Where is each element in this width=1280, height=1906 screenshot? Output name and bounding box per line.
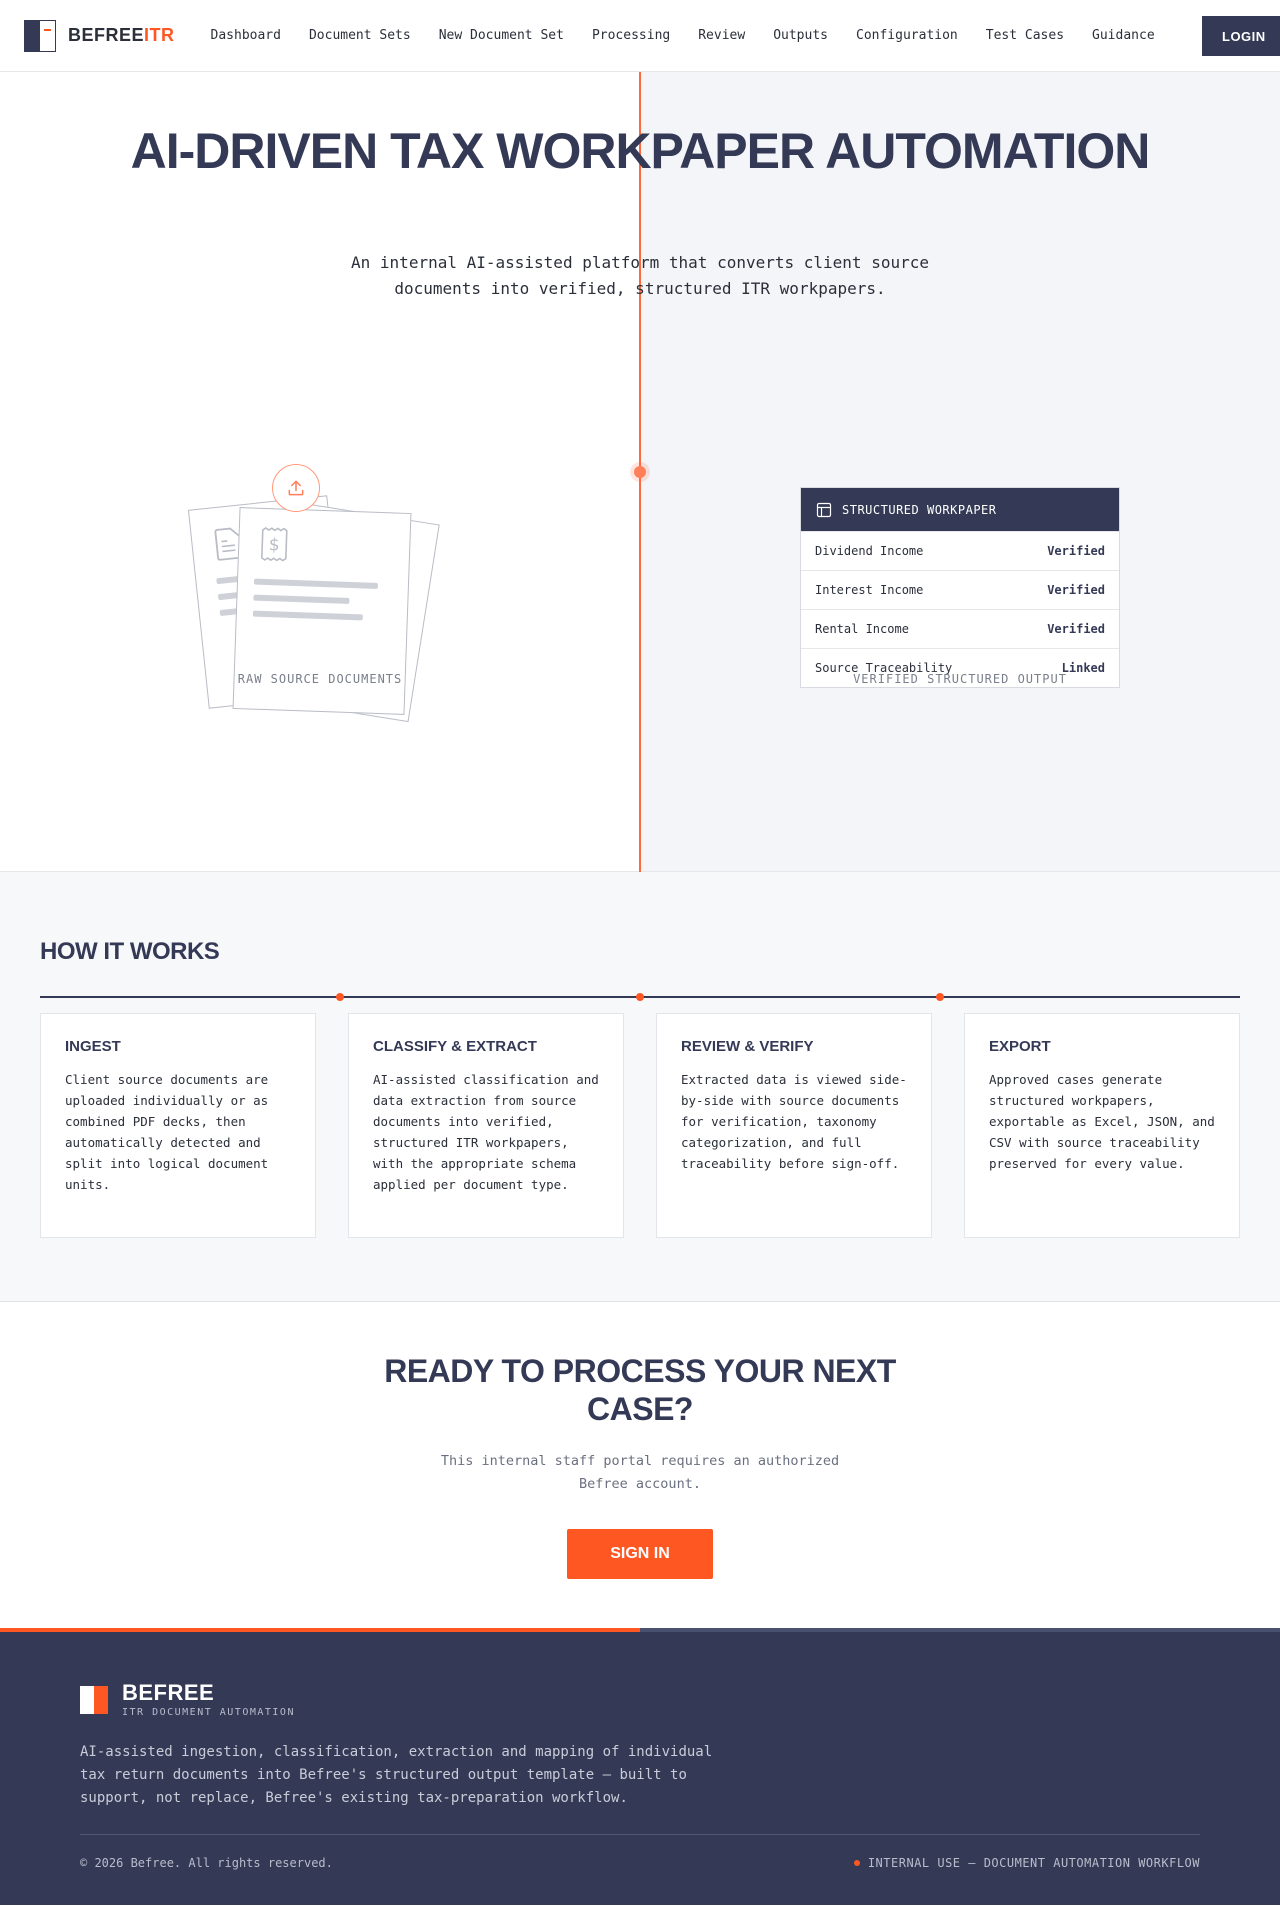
section-title: HOW IT WORKS [40, 938, 220, 965]
nav-link-test-cases[interactable]: Test Cases [986, 28, 1064, 43]
row-label: Dividend Income [815, 544, 924, 558]
nav-links: Dashboard Document Sets New Document Set… [211, 28, 1155, 43]
step-card-export: EXPORT Approved cases generate structure… [964, 1013, 1240, 1238]
nav-link-review[interactable]: Review [698, 28, 745, 43]
nav-link-dashboard[interactable]: Dashboard [211, 28, 281, 43]
top-nav: BEFREEITR Dashboard Document Sets New Do… [0, 0, 1280, 72]
workpaper-row: Interest Income Verified [801, 570, 1119, 609]
table-icon [816, 502, 832, 517]
row-status: Verified [1047, 544, 1105, 558]
row-label: Rental Income [815, 622, 909, 636]
nav-link-processing[interactable]: Processing [592, 28, 670, 43]
nav-link-new-document-set[interactable]: New Document Set [439, 28, 564, 43]
footer-top-bar [0, 1628, 1280, 1632]
status-dot-icon [853, 1860, 860, 1866]
hero-subtitle: An internal AI-assisted platform that co… [351, 253, 929, 298]
timeline-dot [336, 993, 344, 1001]
footer-divider [80, 1834, 1200, 1835]
cta-section: READY TO PROCESS YOUR NEXT CASE? This in… [0, 1302, 1280, 1628]
cta-subtitle: This internal staff portal requires an a… [440, 1453, 840, 1492]
logo-mark-icon [24, 19, 56, 52]
step-text: AI-assisted classification and data extr… [373, 1072, 599, 1192]
structured-workpaper-card: STRUCTURED WORKPAPER Dividend Income Veri… [800, 487, 1120, 688]
footer-brand: BEFREE [122, 1680, 215, 1705]
footer-status-text: INTERNAL USE — DOCUMENT AUTOMATION WORKF… [867, 1856, 1200, 1870]
row-status: Verified [1047, 583, 1105, 597]
nav-link-configuration[interactable]: Configuration [856, 28, 958, 43]
cta-title: READY TO PROCESS YOUR NEXT CASE? [384, 1353, 896, 1427]
workpaper-row: Dividend Income Verified [801, 531, 1119, 570]
step-text: Approved cases generate structured workp… [989, 1072, 1215, 1171]
step-card-ingest: INGEST Client source documents are uploa… [40, 1013, 316, 1238]
upload-icon[interactable] [272, 464, 320, 512]
hero-section: AI-DRIVEN TAX WORKPAPER AUTOMATION An in… [0, 72, 1280, 872]
brand-logo[interactable]: BEFREEITR [24, 19, 175, 52]
source-documents-illustration: $ [180, 462, 480, 742]
brand-name: BEFREEITR [68, 25, 175, 45]
receipt-dollar-icon: $ [261, 527, 288, 562]
row-status: Verified [1047, 622, 1105, 636]
footer: BEFREE ITR DOCUMENT AUTOMATION AI-assist… [0, 1628, 1280, 1905]
divider-dot [634, 466, 646, 478]
step-card-review-verify: REVIEW & VERIFY Extracted data is viewed… [656, 1013, 932, 1238]
footer-tagline: ITR DOCUMENT AUTOMATION [122, 1707, 295, 1718]
step-title: CLASSIFY & EXTRACT [373, 1038, 537, 1055]
step-title: EXPORT [989, 1038, 1051, 1055]
footer-status: INTERNAL USE — DOCUMENT AUTOMATION WORKF… [853, 1856, 1200, 1870]
raw-documents-caption: RAW SOURCE DOCUMENTS [237, 672, 403, 686]
step-card-classify-extract: CLASSIFY & EXTRACT AI-assisted classific… [348, 1013, 624, 1238]
step-title: REVIEW & VERIFY [681, 1038, 814, 1055]
workpaper-header: STRUCTURED WORKPAPER [801, 488, 1119, 531]
timeline-dot [636, 993, 644, 1001]
sign-in-button[interactable]: SIGN IN [567, 1529, 713, 1579]
workpaper-title: STRUCTURED WORKPAPER [842, 502, 997, 517]
nav-link-document-sets[interactable]: Document Sets [309, 28, 411, 43]
verified-output-caption: VERIFIED STRUCTURED OUTPUT [853, 672, 1067, 686]
row-label: Interest Income [815, 583, 924, 597]
nav-link-outputs[interactable]: Outputs [773, 28, 828, 43]
timeline-dot [936, 993, 944, 1001]
footer-logo[interactable]: BEFREE ITR DOCUMENT AUTOMATION [80, 1682, 295, 1718]
nav-link-guidance[interactable]: Guidance [1092, 28, 1155, 43]
step-title: INGEST [65, 1038, 121, 1055]
footer-logo-mark-icon [80, 1686, 108, 1714]
svg-text:$: $ [269, 535, 281, 555]
hero-title: AI-DRIVEN TAX WORKPAPER AUTOMATION [130, 123, 1151, 179]
step-text: Extracted data is viewed side-by-side wi… [681, 1072, 907, 1171]
footer-copyright: © 2026 Befree. All rights reserved. [80, 1856, 333, 1870]
login-button[interactable]: LOGIN [1202, 16, 1280, 56]
how-it-works-section: HOW IT WORKS INGEST Client source docume… [0, 872, 1280, 1302]
step-text: Client source documents are uploaded ind… [65, 1072, 269, 1192]
footer-description: AI-assisted ingestion, classification, e… [80, 1744, 713, 1806]
process-timeline [40, 993, 1240, 1001]
workpaper-row: Rental Income Verified [801, 609, 1119, 648]
